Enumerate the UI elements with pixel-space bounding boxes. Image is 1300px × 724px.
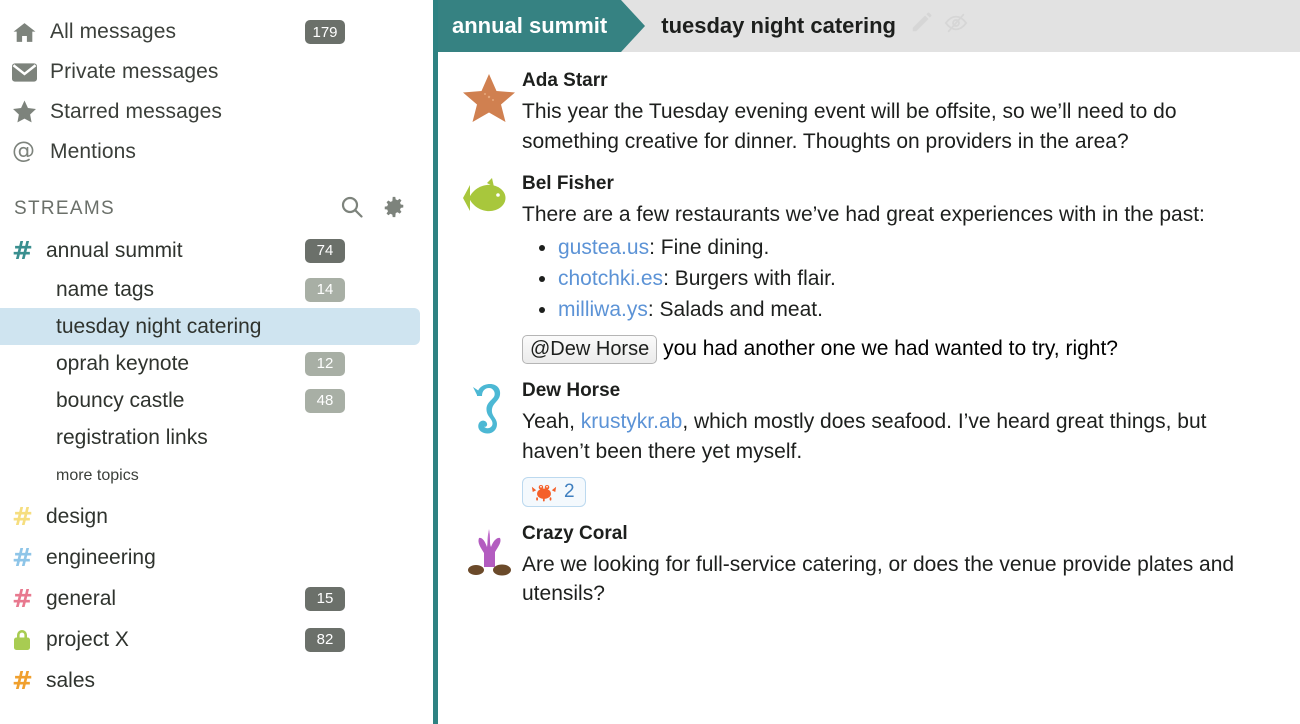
streams-section-header: STREAMS <box>0 188 433 230</box>
reaction-crab[interactable]: 2 <box>522 476 586 507</box>
app-root: All messages 179 Private messages Starre… <box>0 0 1300 724</box>
message-text: Are we looking for full-service catering… <box>522 552 1235 606</box>
streams-title: STREAMS <box>14 198 115 219</box>
topic-name: oprah keynote <box>56 351 190 375</box>
message-sender[interactable]: Bel Fisher <box>522 173 1274 195</box>
link-gustea[interactable]: gustea.us <box>558 236 649 259</box>
gear-icon[interactable] <box>383 196 405 223</box>
topic-name: tuesday night catering <box>56 314 262 338</box>
sidebar-topic-tuesday-night-catering[interactable]: tuesday night catering <box>0 308 420 345</box>
hash-icon: # <box>12 584 33 613</box>
message-sender[interactable]: Dew Horse <box>522 380 1274 402</box>
list-item-text: : Fine dining. <box>649 236 770 260</box>
message-item: Ada Starr This year the Tuesday evening … <box>438 62 1300 157</box>
unread-badge: 14 <box>305 277 345 302</box>
sidebar-topic-name-tags[interactable]: name tags 14 <box>0 271 433 308</box>
sidebar-item-label: All messages <box>50 20 177 43</box>
message-list: Ada Starr This year the Tuesday evening … <box>438 52 1300 609</box>
sidebar-stream-annual-summit[interactable]: # annual summit 74 <box>0 230 433 271</box>
coral-avatar[interactable] <box>456 521 522 610</box>
unread-badge: 179 <box>305 20 345 44</box>
lock-icon <box>12 629 42 651</box>
crab-emoji <box>531 482 557 502</box>
message-item: Dew Horse Yeah, krustykr.ab, which mostl… <box>438 364 1300 507</box>
message-text: There are a few restaurants we’ve had gr… <box>522 202 1205 226</box>
more-topics-link[interactable]: more topics <box>0 456 433 496</box>
mention-followup-text: you had another one we had wanted to try… <box>663 336 1118 360</box>
topic-bar: annual summit tuesday night catering <box>438 0 1300 52</box>
list-item: chotchki.es: Burgers with flair. <box>558 264 1274 294</box>
list-item: gustea.us: Fine dining. <box>558 233 1274 263</box>
topic-bar-title: tuesday night catering <box>661 0 968 52</box>
message-item: Crazy Coral Are we looking for full-serv… <box>438 507 1300 610</box>
stream-name: engineering <box>46 545 156 569</box>
search-icon[interactable] <box>341 196 363 223</box>
sidebar: All messages 179 Private messages Starre… <box>0 0 433 724</box>
eye-slash-icon[interactable] <box>944 12 968 40</box>
hash-icon: # <box>12 236 33 265</box>
list-item-text: : Salads and meat. <box>647 298 823 322</box>
unread-badge: 48 <box>305 388 345 413</box>
reaction-count: 2 <box>564 480 575 502</box>
link-krustykrab[interactable]: krustykr.ab <box>581 410 683 433</box>
mention-pill-dew-horse[interactable]: @Dew Horse <box>522 334 658 364</box>
sidebar-stream-design[interactable]: # design <box>0 496 433 537</box>
message-sender[interactable]: Ada Starr <box>522 70 1274 92</box>
fish-avatar[interactable] <box>456 171 522 364</box>
mention-line: @Dew Horse you had another one we had wa… <box>522 334 1274 364</box>
stream-tab-annual-summit[interactable]: annual summit <box>438 0 646 52</box>
message-text-before: Yeah, <box>522 409 581 433</box>
hash-icon: # <box>12 543 33 572</box>
hash-icon: # <box>12 666 33 695</box>
star-icon <box>12 100 44 124</box>
message-item: Bel Fisher There are a few restaurants w… <box>438 157 1300 364</box>
unread-badge: 12 <box>305 351 345 376</box>
pencil-icon[interactable] <box>910 12 932 40</box>
restaurant-list: gustea.us: Fine dining. chotchki.es: Bur… <box>522 233 1274 324</box>
sidebar-topic-oprah-keynote[interactable]: oprah keynote 12 <box>0 345 433 382</box>
sidebar-item-starred-messages[interactable]: Starred messages <box>0 92 433 132</box>
stream-name: design <box>46 504 108 528</box>
sidebar-item-label: Starred messages <box>50 100 223 123</box>
sidebar-item-all-messages[interactable]: All messages 179 <box>0 12 433 52</box>
sidebar-stream-project-x[interactable]: project X 82 <box>0 619 433 660</box>
message-pane: annual summit tuesday night catering Ada… <box>433 0 1300 724</box>
stream-name: annual summit <box>46 238 183 262</box>
at-icon: @ <box>12 137 35 164</box>
topic-name: registration links <box>56 425 208 449</box>
unread-badge: 74 <box>305 238 345 263</box>
hash-icon: # <box>12 502 33 531</box>
home-icon <box>12 20 44 45</box>
sidebar-item-label: Private messages <box>50 60 219 83</box>
message-text: This year the Tuesday evening event will… <box>522 100 1177 153</box>
topic-name: bouncy castle <box>56 388 185 412</box>
sidebar-stream-sales[interactable]: # sales <box>0 660 433 701</box>
sidebar-topic-registration-links[interactable]: registration links <box>0 419 433 456</box>
sidebar-item-label: Mentions <box>50 140 137 163</box>
unread-badge: 82 <box>305 627 345 652</box>
sidebar-stream-general[interactable]: # general 15 <box>0 578 433 619</box>
unread-badge: 15 <box>305 586 345 611</box>
stream-tab-label: annual summit <box>452 13 608 38</box>
sidebar-stream-engineering[interactable]: # engineering <box>0 537 433 578</box>
list-item-text: : Burgers with flair. <box>663 267 836 291</box>
link-chotchki[interactable]: chotchki.es <box>558 267 663 290</box>
topic-bar-label: tuesday night catering <box>661 13 896 38</box>
message-text: Yeah, krustykr.ab, which mostly does sea… <box>522 407 1274 467</box>
starfish-avatar[interactable] <box>456 68 522 157</box>
sidebar-topic-bouncy-castle[interactable]: bouncy castle 48 <box>0 382 433 419</box>
link-milliwa[interactable]: milliwa.ys <box>558 298 648 321</box>
envelope-icon <box>12 62 44 82</box>
topic-name: name tags <box>56 277 155 301</box>
sidebar-item-private-messages[interactable]: Private messages <box>0 52 433 92</box>
stream-name: sales <box>46 668 96 692</box>
seahorse-avatar[interactable] <box>456 378 522 507</box>
sidebar-item-mentions[interactable]: @ Mentions <box>0 132 433 172</box>
stream-name: general <box>46 586 117 610</box>
message-sender[interactable]: Crazy Coral <box>522 523 1274 545</box>
list-item: milliwa.ys: Salads and meat. <box>558 295 1274 325</box>
stream-name: project X <box>46 627 129 651</box>
